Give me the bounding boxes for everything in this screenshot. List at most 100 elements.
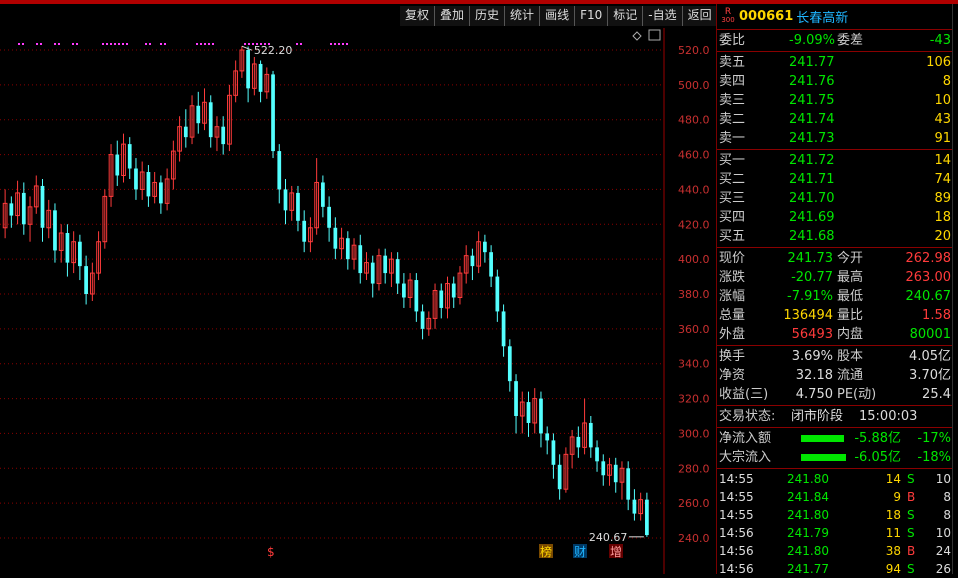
tick-side: B	[907, 490, 916, 504]
ask-price: 241.74	[789, 112, 835, 127]
tick-count: 24	[935, 544, 951, 558]
tick-time: 14:55	[719, 508, 754, 522]
quote-row: 总量 136494 量比 1.58	[717, 306, 953, 325]
ask-volume: 10	[934, 93, 951, 108]
fundamental-label: 收益(三)	[719, 387, 769, 402]
candle-body	[221, 126, 226, 145]
candle-body	[645, 499, 649, 536]
tick-row[interactable]: 14:55 241.84 9 B 8	[717, 488, 953, 506]
candle-body	[296, 192, 300, 221]
event-marker-2[interactable]: 增	[610, 545, 622, 559]
toolbar-button-8[interactable]: 返回	[681, 6, 717, 26]
divider	[717, 345, 953, 346]
top-dot	[145, 43, 147, 45]
weibi-row: 委比 -9.09% 委差 -43	[717, 31, 953, 50]
candle-body	[115, 154, 120, 176]
candle-body	[302, 220, 307, 242]
top-dot	[208, 43, 210, 45]
toolbar-button-3[interactable]: 统计	[504, 6, 540, 26]
candle-body	[470, 255, 475, 267]
bid-label: 买一	[719, 153, 746, 168]
quote-label: 涨跌	[719, 270, 746, 285]
event-marker-3[interactable]: $	[267, 545, 275, 559]
quote-label: 现价	[719, 251, 746, 266]
quote-value-2: 80001	[909, 327, 951, 342]
y-tick-label: 260.0	[678, 497, 710, 510]
tick-row[interactable]: 14:56 241.79 11 S 10	[717, 524, 953, 542]
candle-body	[588, 422, 593, 448]
tick-row[interactable]: 14:55 241.80 18 S 8	[717, 506, 953, 524]
kline-chart[interactable]: 520.0 500.0 480.0 460.0 440.0 420.0 400.0 380.0…	[0, 28, 716, 574]
top-dot	[149, 43, 151, 45]
candle-body	[632, 499, 637, 514]
quote-value: 241.73	[787, 251, 834, 266]
candle-body	[395, 259, 400, 284]
quote-row: 涨幅 -7.91% 最低 240.67	[717, 287, 953, 306]
top-dot	[72, 43, 74, 45]
toolbar-button-6[interactable]: 标记	[607, 6, 643, 26]
quote-value: -20.77	[791, 270, 833, 285]
top-dot	[160, 43, 162, 45]
toolbar-button-7[interactable]: -自选	[642, 6, 682, 26]
ask-row: 卖四 241.76 8	[717, 72, 953, 91]
candle-body	[370, 262, 375, 284]
tick-volume: 94	[885, 562, 901, 576]
bid-price: 241.72	[789, 153, 835, 168]
tick-time: 14:56	[719, 526, 754, 540]
y-tick-label: 280.0	[678, 462, 710, 475]
high-annotation: 522.20	[254, 44, 293, 57]
ask-volume: 8	[942, 74, 951, 89]
tick-row[interactable]: 14:56 241.77 94 S 26	[717, 560, 953, 578]
toolbar-button-5[interactable]: F10	[574, 6, 608, 26]
top-dot	[248, 43, 250, 45]
candle-body	[53, 210, 57, 251]
ask-label: 卖五	[719, 55, 746, 70]
event-marker-1[interactable]: 财	[574, 545, 586, 559]
top-dot	[244, 43, 246, 45]
candle-body	[451, 283, 456, 298]
stock-header[interactable]: R 300 000661 长春高新	[717, 4, 953, 28]
candle-body	[551, 440, 556, 465]
tick-volume: 18	[885, 508, 901, 522]
event-marker-0[interactable]: 榜	[540, 544, 552, 559]
top-dot	[296, 43, 298, 45]
candle-body	[134, 168, 138, 190]
toolbar-button-4[interactable]: 画线	[539, 6, 575, 26]
ask-row: 卖一 241.73 91	[717, 129, 953, 148]
quote-panel: R 300 000661 长春高新 委比 -9.09% 委差 -43 卖五 241…	[716, 4, 953, 576]
tick-list[interactable]: 14:55 241.80 14 S 10 14:55 241.84 9 B 8 14:55 241.8…	[717, 470, 953, 578]
top-dot	[330, 43, 332, 45]
divider	[717, 51, 953, 52]
candle-body	[501, 311, 506, 347]
fund-flow-amount: -5.88亿	[854, 431, 901, 446]
candle-body	[595, 447, 599, 462]
weicha-label: 委差	[837, 33, 864, 48]
bid-volume: 20	[934, 229, 951, 244]
fundamental-row: 收益(三) 4.750 PE(动) 25.4	[717, 385, 953, 404]
ask-price: 241.77	[789, 55, 835, 70]
stock-code: 000661	[739, 8, 794, 24]
y-tick-label: 360.0	[678, 323, 710, 336]
bid-label: 买五	[719, 229, 746, 244]
toolbar-button-2[interactable]: 历史	[469, 6, 505, 26]
toolbar-button-1[interactable]: 叠加	[434, 6, 470, 26]
tick-row[interactable]: 14:56 241.80 38 B 24	[717, 542, 953, 560]
kline-chart-svg[interactable]: 520.0 500.0 480.0 460.0 440.0 420.0 400.0 380.0…	[0, 28, 716, 574]
top-dot	[126, 43, 128, 45]
tick-row[interactable]: 14:55 241.80 14 S 10	[717, 470, 953, 488]
weibi-value: -9.09%	[789, 33, 835, 48]
top-dot	[114, 43, 116, 45]
tick-price: 241.84	[787, 490, 829, 504]
bid-volume: 74	[934, 172, 951, 187]
top-dot	[106, 43, 108, 45]
top-dot	[122, 43, 124, 45]
toolbar-button-0[interactable]: 复权	[400, 6, 435, 26]
market-badge: R 300	[721, 8, 735, 25]
divider	[717, 468, 953, 469]
fund-flow-amount: -6.05亿	[854, 450, 901, 465]
candle-body	[489, 252, 493, 277]
tick-side: B	[907, 544, 916, 558]
fund-flows: 净流入额 -5.88亿 -17% 大宗流入 -6.05亿 -18%	[717, 429, 953, 467]
fundamental-label-2: 股本	[837, 349, 864, 364]
tick-side: S	[907, 526, 915, 540]
